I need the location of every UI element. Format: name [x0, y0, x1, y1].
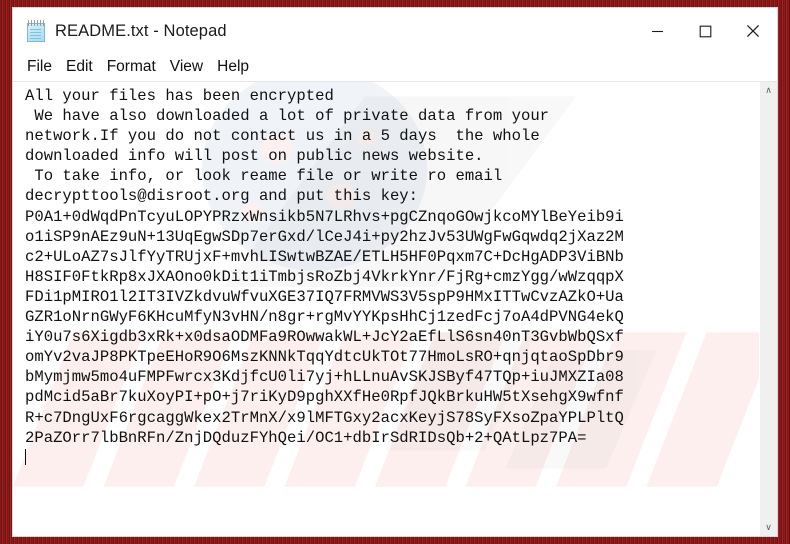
text-caret: [25, 448, 26, 465]
close-icon: [746, 24, 760, 38]
scroll-up-arrow-icon[interactable]: ∧: [760, 82, 777, 99]
window-title: README.txt - Notepad: [55, 21, 227, 40]
notepad-window: README.txt - Notepad File Edit Format Vi…: [12, 7, 778, 537]
minimize-button[interactable]: [633, 8, 681, 54]
editor-area[interactable]: All your files has been encrypted We hav…: [13, 81, 777, 536]
close-button[interactable]: [729, 8, 777, 54]
title-bar[interactable]: README.txt - Notepad: [13, 8, 777, 54]
maximize-icon: [699, 25, 711, 37]
menu-item-file[interactable]: File: [25, 56, 59, 79]
menu-item-help[interactable]: Help: [210, 56, 256, 79]
title-bar-left: README.txt - Notepad: [13, 19, 633, 43]
maximize-button[interactable]: [681, 8, 729, 54]
desktop-background: README.txt - Notepad File Edit Format Vi…: [0, 0, 790, 544]
menu-item-edit[interactable]: Edit: [59, 56, 100, 79]
notepad-icon: [26, 19, 47, 43]
scroll-down-arrow-icon[interactable]: ∨: [760, 519, 777, 536]
menu-item-format[interactable]: Format: [100, 56, 163, 79]
menu-item-view[interactable]: View: [163, 56, 210, 79]
menu-bar: File Edit Format View Help: [13, 54, 777, 81]
scrollbar-track[interactable]: [760, 99, 777, 519]
vertical-scrollbar[interactable]: ∧ ∨: [759, 82, 777, 536]
minimize-icon: [651, 30, 663, 32]
text-content[interactable]: All your files has been encrypted We hav…: [13, 82, 759, 536]
window-controls: [633, 8, 777, 54]
